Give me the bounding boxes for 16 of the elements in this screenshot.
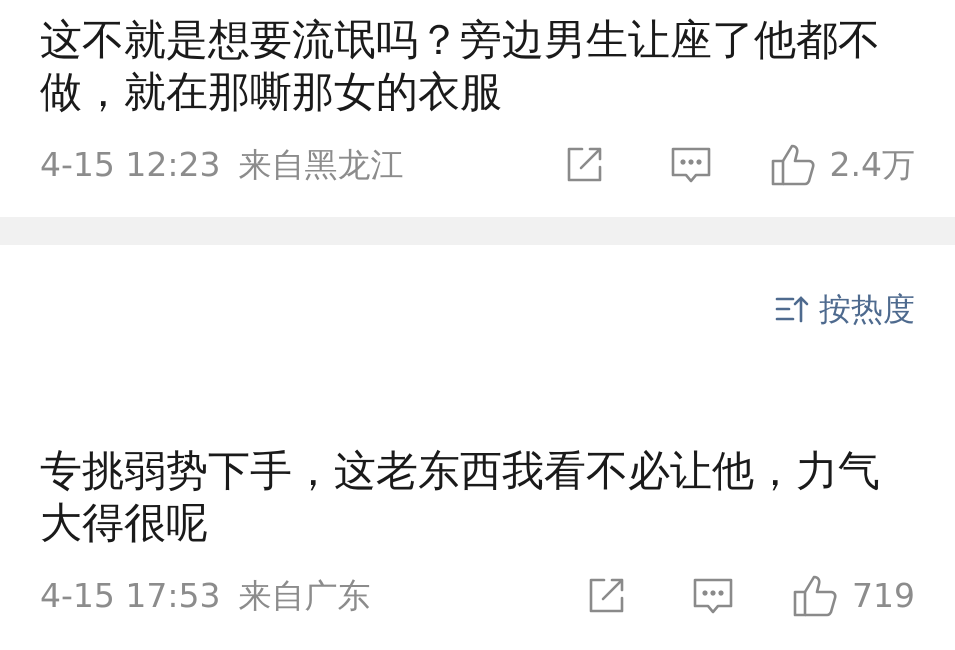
comment-location: 来自广东 bbox=[238, 575, 370, 618]
sort-button[interactable]: 按热度 bbox=[775, 285, 915, 333]
thumbs-up-icon[interactable] bbox=[792, 574, 838, 618]
comment-location: 来自黑龙江 bbox=[238, 144, 404, 186]
comment-text: 这不就是想要流氓吗？旁边男生让座了他都不 bbox=[40, 14, 880, 66]
like-count: 2.4万 bbox=[830, 144, 915, 186]
comment-icon[interactable] bbox=[670, 145, 712, 185]
comment-icon[interactable] bbox=[692, 576, 734, 616]
thumbs-up-icon[interactable] bbox=[770, 143, 816, 187]
comment-text: 大得很呢 bbox=[40, 497, 208, 549]
like-count: 719 bbox=[852, 575, 915, 618]
comment-date: 4-15 12:23 bbox=[40, 144, 220, 186]
comment-date: 4-15 17:53 bbox=[40, 575, 220, 618]
sort-icon bbox=[775, 295, 809, 323]
comment-text: 专挑弱势下手，这老东西我看不必让他，力气 bbox=[40, 445, 880, 497]
comment-text: 做，就在那嘶那女的衣服 bbox=[40, 66, 502, 118]
